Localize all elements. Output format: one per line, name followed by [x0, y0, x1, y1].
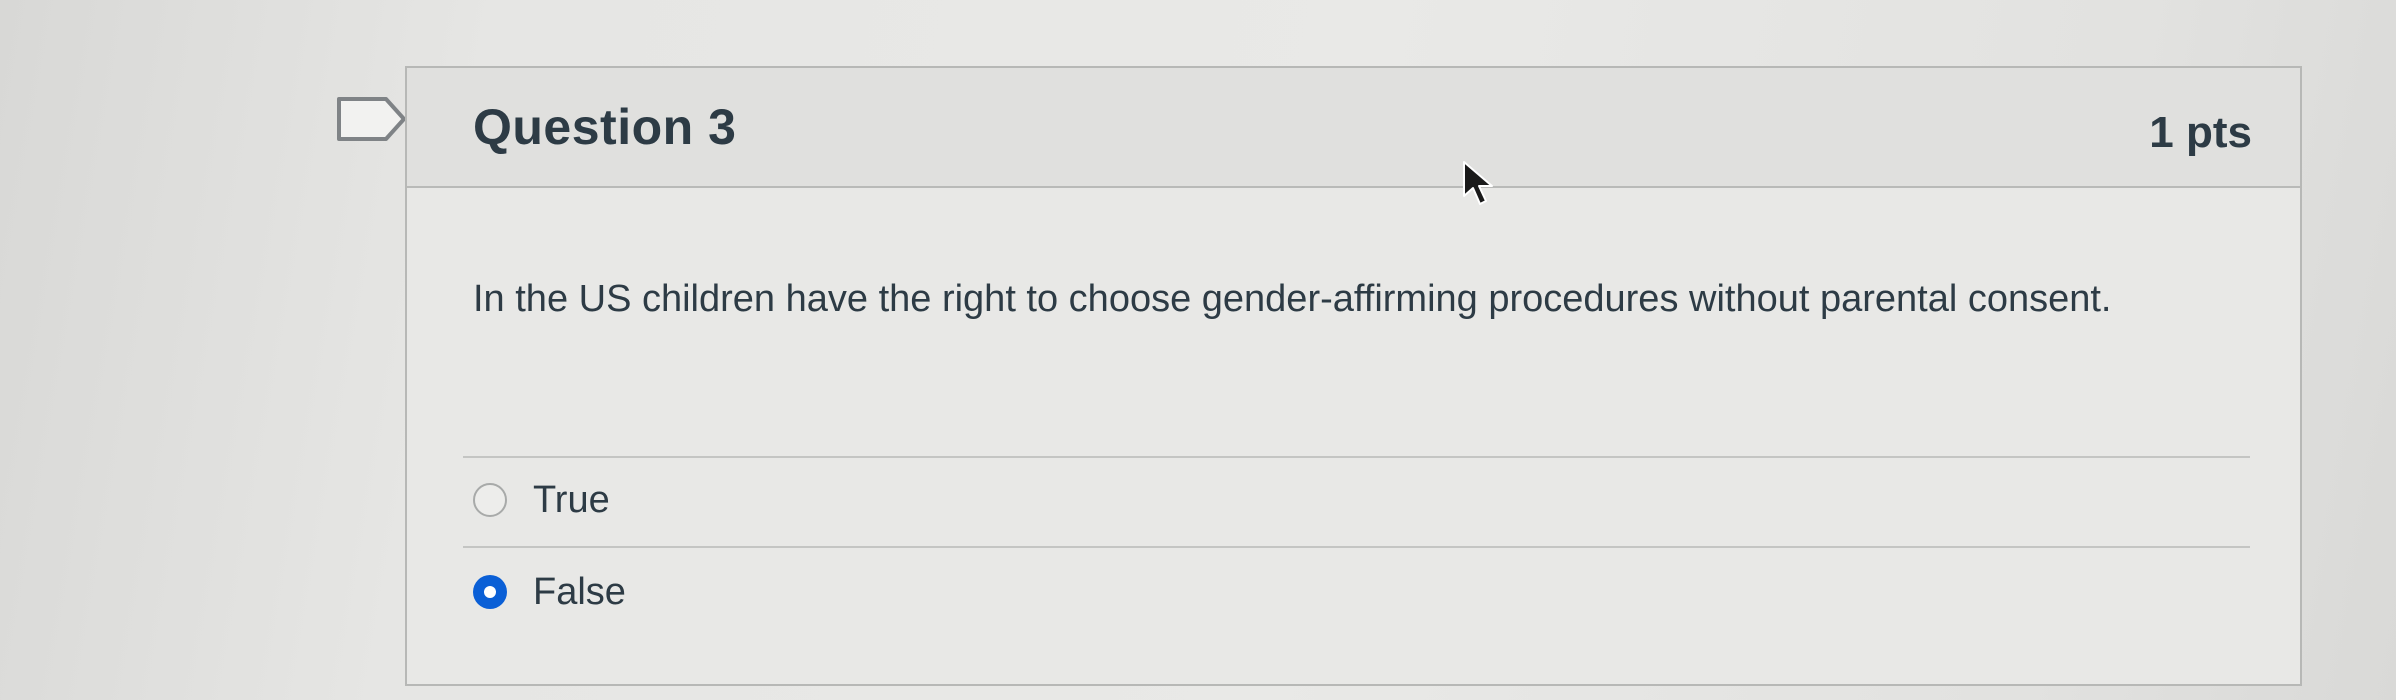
answer-label-true[interactable]: True [533, 479, 610, 522]
question-text: In the US children have the right to cho… [473, 278, 2112, 320]
question-points: 1 pts [2149, 108, 2252, 157]
radio-unselected-icon[interactable] [473, 483, 507, 517]
question-card: Question 3 1 pts In the US children have… [405, 66, 2302, 686]
question-title: Question 3 [473, 99, 737, 155]
answer-label-false[interactable]: False [533, 571, 626, 614]
question-header: Question 3 1 pts [407, 68, 2300, 188]
mouse-pointer-icon [1463, 161, 1493, 205]
page: { "question": { "title": "Question 3", "… [0, 0, 2396, 700]
bookmark-flag-icon[interactable] [336, 96, 408, 142]
answer-option-false[interactable]: False [473, 564, 626, 620]
answer-option-true[interactable]: True [473, 472, 610, 528]
radio-selected-icon[interactable] [473, 575, 507, 609]
answer-divider [463, 456, 2250, 458]
answer-divider [463, 546, 2250, 548]
